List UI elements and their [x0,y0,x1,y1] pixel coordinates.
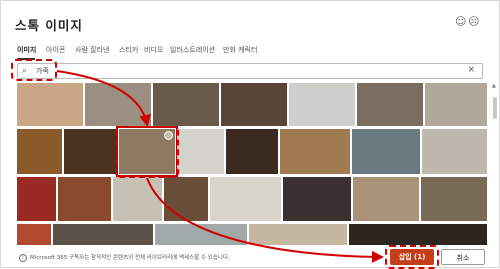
image-tile[interactable] [280,129,350,174]
subscription-note: i Microsoft 365 구독자는 참작적인 콘텐츠의 전체 라이브러리에 … [19,253,230,262]
insert-highlight-box [385,245,439,269]
image-tile[interactable] [249,224,347,245]
image-tile[interactable] [58,177,111,221]
image-highlight-box [115,126,179,178]
scrollbar-thumb[interactable] [493,97,497,119]
image-tile[interactable] [357,83,423,126]
image-tile[interactable] [289,83,355,126]
scroll-up-icon[interactable]: ▲ [492,83,496,89]
tab-cartoon-people[interactable]: 만화 캐릭터 [223,45,257,55]
image-tile[interactable] [422,129,487,174]
tab-stickers[interactable]: 스티커 [119,45,138,55]
image-tile[interactable] [177,129,224,174]
image-tile[interactable] [421,177,487,221]
image-tile[interactable] [283,177,351,221]
dialog-title: 스톡 이미지 [15,18,83,33]
stock-images-dialog: 스톡 이미지 ☺ ☹ 이미지 아이콘 사람 잘라낸 스티커 비디오 일러스트레이… [0,0,500,269]
image-tile[interactable] [17,224,51,245]
image-tile[interactable] [164,177,208,221]
tab-images[interactable]: 이미지 [17,45,36,55]
image-tile[interactable] [349,224,487,245]
search-input[interactable] [36,65,456,77]
image-tile[interactable] [113,177,162,221]
tab-illustrations[interactable]: 일러스트레이션 [170,45,215,55]
image-tile[interactable] [226,129,278,174]
image-tile[interactable] [85,83,151,126]
tab-icons[interactable]: 아이콘 [46,45,65,55]
vertical-scrollbar[interactable]: ▲ [492,83,498,245]
image-tile[interactable] [352,129,420,174]
image-tile[interactable] [17,129,62,174]
subscription-note-text: Microsoft 365 구독자는 참작적인 콘텐츠의 전체 라이브러리에 액… [30,255,230,261]
image-tile[interactable] [64,129,117,174]
search-highlight-box [11,59,57,81]
image-tile[interactable] [17,177,56,221]
image-tile[interactable] [53,224,153,245]
image-tile[interactable] [210,177,281,221]
image-tile[interactable] [425,83,487,126]
cancel-button[interactable]: 취소 [441,249,485,265]
tab-cutout-people[interactable]: 사람 잘라낸 [75,45,109,55]
tab-videos[interactable]: 비디오 [144,45,163,55]
image-tile[interactable] [153,83,219,126]
image-tile[interactable] [353,177,419,221]
search-box: ⌕ × [17,63,483,79]
image-tile[interactable] [17,83,83,126]
smile-feedback-icon[interactable]: ☺ [455,15,466,28]
clear-search-icon[interactable]: × [467,65,475,75]
image-grid [17,83,487,245]
info-icon: i [19,253,27,262]
image-tile[interactable] [155,224,247,245]
frown-feedback-icon[interactable]: ☹ [468,15,479,28]
image-tile[interactable] [221,83,287,126]
